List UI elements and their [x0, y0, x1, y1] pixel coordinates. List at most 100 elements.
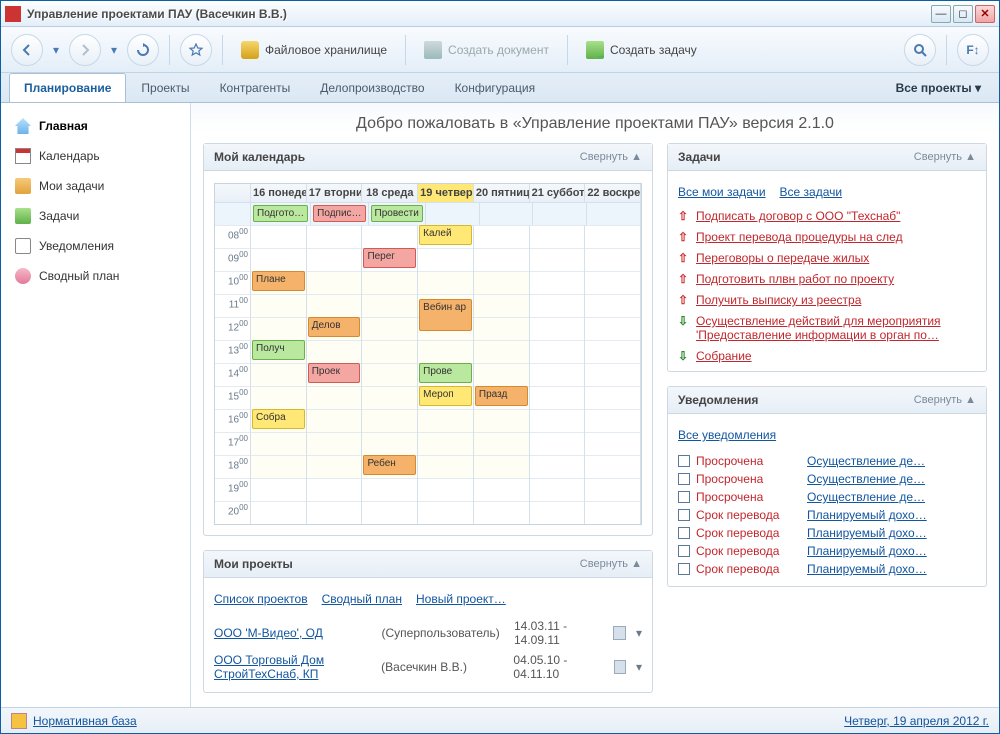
notification-checkbox[interactable] — [678, 509, 690, 521]
calendar-allday-slot[interactable] — [426, 203, 480, 225]
calendar-day-column[interactable]: Перег Ребен — [362, 225, 418, 524]
notifications-collapse[interactable]: Свернуть — [914, 394, 976, 406]
project-dropdown-icon[interactable]: ▾ — [636, 626, 642, 640]
tab-contragents[interactable]: Контрагенты — [205, 73, 306, 102]
projects-summary-link[interactable]: Сводный план — [322, 592, 402, 606]
tab-planning[interactable]: Планирование — [9, 73, 126, 102]
sidebar-item-tasks[interactable]: Задачи — [1, 201, 190, 231]
minimize-button[interactable]: — — [931, 5, 951, 23]
create-task-button[interactable]: Создать задачу — [578, 37, 705, 63]
norm-base-link[interactable]: Нормативная база — [33, 714, 137, 728]
calendar-event[interactable]: Перег — [363, 248, 416, 268]
notification-link[interactable]: Осуществление де… — [807, 490, 925, 504]
tasks-my-link[interactable]: Все мои задачи — [678, 185, 766, 199]
calendar-event[interactable]: Делов — [308, 317, 361, 337]
projects-list-link[interactable]: Список проектов — [214, 592, 308, 606]
file-storage-button[interactable]: Файловое хранилище — [233, 37, 395, 63]
projects-new-link[interactable]: Новый проект… — [416, 592, 506, 606]
back-button[interactable] — [11, 34, 43, 66]
calendar-allday-slot[interactable] — [480, 203, 534, 225]
calendar-event[interactable]: Калей — [419, 225, 472, 245]
calendar-day-column[interactable] — [530, 225, 586, 524]
calendar-day-column[interactable]: Калей Вебин ар Прове Мероп — [418, 225, 474, 524]
sidebar-item-calendar[interactable]: Календарь — [1, 141, 190, 171]
calendar-event[interactable]: Ребен — [363, 455, 416, 475]
project-name-link[interactable]: ООО Торговый Дом СтройТехСнаб, КП — [214, 653, 371, 681]
sidebar-item-summary[interactable]: Сводный план — [1, 261, 190, 291]
calendar-allday-event[interactable]: Провести — [371, 205, 423, 222]
calendar-allday-slot[interactable]: Подгото… — [251, 203, 311, 225]
notifications-all-link[interactable]: Все уведомления — [678, 428, 776, 442]
calendar-allday-slot[interactable] — [533, 203, 587, 225]
calendar-day-header[interactable]: 17 вторни — [307, 184, 363, 202]
sidebar-item-notifications[interactable]: Уведомления — [1, 231, 190, 261]
notification-checkbox[interactable] — [678, 491, 690, 503]
forward-button[interactable] — [69, 34, 101, 66]
calendar-event[interactable]: Плане — [252, 271, 305, 291]
calendar-day-column[interactable] — [585, 225, 641, 524]
task-link[interactable]: Переговоры о передаче жилых — [696, 251, 869, 265]
calendar-day-header[interactable]: 16 понеде — [251, 184, 307, 202]
project-name-link[interactable]: ООО 'М-Видео', ОД — [214, 626, 371, 640]
calendar-allday-slot[interactable] — [587, 203, 641, 225]
statusbar-date[interactable]: Четверг, 19 апреля 2012 г. — [844, 714, 989, 728]
calendar-event[interactable]: Вебин ар — [419, 299, 472, 331]
calendar-allday-slot[interactable]: Подпис… — [311, 203, 368, 225]
calendar-day-header[interactable]: 21 суббот — [530, 184, 586, 202]
forward-dropdown[interactable]: ▾ — [107, 34, 121, 66]
calendar-day-column[interactable]: Плане Получ Собра — [251, 225, 307, 524]
fullscreen-button[interactable]: F↕ — [957, 34, 989, 66]
calendar-day-header[interactable]: 18 среда — [362, 184, 418, 202]
calendar-event[interactable]: Празд — [475, 386, 528, 406]
star-button[interactable] — [180, 34, 212, 66]
calendar-event[interactable]: Собра — [252, 409, 305, 429]
back-dropdown[interactable]: ▾ — [49, 34, 63, 66]
notification-checkbox[interactable] — [678, 455, 690, 467]
notification-checkbox[interactable] — [678, 545, 690, 557]
tab-workflow[interactable]: Делопроизводство — [305, 73, 439, 102]
project-chart-icon[interactable] — [614, 660, 626, 674]
project-dropdown-icon[interactable]: ▾ — [636, 660, 642, 674]
tasks-collapse[interactable]: Свернуть — [914, 151, 976, 163]
maximize-button[interactable]: ◻ — [953, 5, 973, 23]
refresh-button[interactable] — [127, 34, 159, 66]
calendar-event[interactable]: Получ — [252, 340, 305, 360]
calendar-day-header[interactable]: 22 воскре — [585, 184, 641, 202]
calendar-event[interactable]: Мероп — [419, 386, 472, 406]
notification-link[interactable]: Планируемый дохо… — [807, 526, 927, 540]
notification-link[interactable]: Планируемый дохо… — [807, 562, 927, 576]
notification-link[interactable]: Планируемый дохо… — [807, 544, 927, 558]
calendar-event[interactable]: Прове — [419, 363, 472, 383]
calendar-day-column[interactable]: Празд — [474, 225, 530, 524]
project-chart-icon[interactable] — [613, 626, 626, 640]
all-projects-dropdown[interactable]: Все проекты ▾ — [886, 74, 991, 102]
calendar-day-column[interactable]: Делов Проек — [307, 225, 363, 524]
notification-checkbox[interactable] — [678, 563, 690, 575]
task-link[interactable]: Подписать договор с ООО "Техснаб" — [696, 209, 900, 223]
calendar-allday-slot[interactable]: Провести — [369, 203, 426, 225]
notification-link[interactable]: Планируемый дохо… — [807, 508, 927, 522]
task-link[interactable]: Собрание — [696, 349, 752, 363]
task-link[interactable]: Подготовить плвн работ по проекту — [696, 272, 894, 286]
sidebar-item-mytasks[interactable]: Мои задачи — [1, 171, 190, 201]
tab-projects[interactable]: Проекты — [126, 73, 204, 102]
task-link[interactable]: Получить выписку из реестра — [696, 293, 861, 307]
projects-collapse[interactable]: Свернуть — [580, 558, 642, 570]
calendar-allday-event[interactable]: Подгото… — [253, 205, 308, 222]
create-document-button[interactable]: Создать документ — [416, 37, 557, 63]
close-button[interactable]: ✕ — [975, 5, 995, 23]
sidebar-item-home[interactable]: Главная — [1, 111, 190, 141]
tasks-all-link[interactable]: Все задачи — [780, 185, 843, 199]
calendar-day-header[interactable]: 19 четвер — [418, 184, 474, 202]
notification-link[interactable]: Осуществление де… — [807, 454, 925, 468]
calendar-collapse[interactable]: Свернуть — [580, 151, 642, 163]
task-link[interactable]: Проект перевода процедуры на след — [696, 230, 903, 244]
search-button[interactable] — [904, 34, 936, 66]
notification-checkbox[interactable] — [678, 473, 690, 485]
calendar-day-header[interactable]: 20 пятниц — [474, 184, 530, 202]
calendar-allday-event[interactable]: Подпис… — [313, 205, 365, 222]
notification-link[interactable]: Осуществление де… — [807, 472, 925, 486]
notification-checkbox[interactable] — [678, 527, 690, 539]
task-link[interactable]: Осуществление действий для мероприятия '… — [696, 314, 976, 342]
calendar-event[interactable]: Проек — [308, 363, 361, 383]
